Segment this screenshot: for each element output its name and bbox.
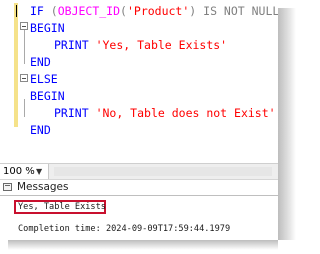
code-keyword: BEGIN [30,89,65,103]
completion-time-text: Completion time: 2024-09-09T17:59:44.197… [18,224,231,234]
code-line: ELSE [30,71,58,88]
code-keyword: END [30,123,51,137]
screenshot-page: IF (OBJECT_ID('Product') IS NOT NULL ) B… [0,0,278,240]
page-curl-shadow-right [278,8,296,240]
code-keyword: IS NOT NULL [196,4,278,18]
change-tracking-bar [14,3,18,127]
text-cursor [16,5,17,17]
code-punct: ( [120,4,127,18]
chevron-down-icon[interactable]: ▼ [36,164,42,179]
code-line: BEGIN [30,20,65,37]
collapse-region-icon[interactable] [20,22,28,30]
sql-editor[interactable]: IF (OBJECT_ID('Product') IS NOT NULL ) B… [0,0,278,163]
zoom-value: 100 % [3,166,35,177]
message-output-line: Yes, Table Exists [18,202,106,212]
zoom-bar: 100 % ▼ [0,163,278,180]
code-keyword: PRINT [54,106,89,120]
code-keyword: IF [30,4,44,18]
code-line: END [30,122,51,139]
code-line: IF (OBJECT_ID('Product') IS NOT NULL ) [30,3,278,20]
code-keyword: ELSE [30,72,58,86]
code-function: OBJECT_ID [57,4,121,18]
horizontal-scrollbar[interactable] [54,167,272,176]
messages-icon [3,183,12,191]
zoom-select[interactable]: 100 % ▼ [0,164,49,179]
code-line: PRINT 'No, Table does not Exist' [54,105,276,122]
code-keyword: END [30,55,51,69]
messages-pane[interactable]: Yes, Table Exists Completion time: 2024-… [0,195,278,240]
code-keyword: BEGIN [30,21,65,35]
collapse-region-icon[interactable] [20,74,28,82]
fold-guide-line [24,30,25,64]
tab-messages-label: Messages [17,181,69,193]
code-line: PRINT 'Yes, Table Exists' [54,37,227,54]
code-line: BEGIN [30,88,65,105]
code-string: 'No, Table does not Exist' [95,106,276,120]
code-string: 'Yes, Table Exists' [95,38,228,52]
fold-guide-line [24,99,25,117]
page-curl-shadow-bottom [8,240,278,250]
code-punct: ( [43,4,58,18]
code-line: END [30,54,51,71]
code-string: 'Product' [126,4,190,18]
results-panel: Messages Yes, Table Exists Completion ti… [0,180,278,240]
code-keyword: PRINT [54,38,89,52]
